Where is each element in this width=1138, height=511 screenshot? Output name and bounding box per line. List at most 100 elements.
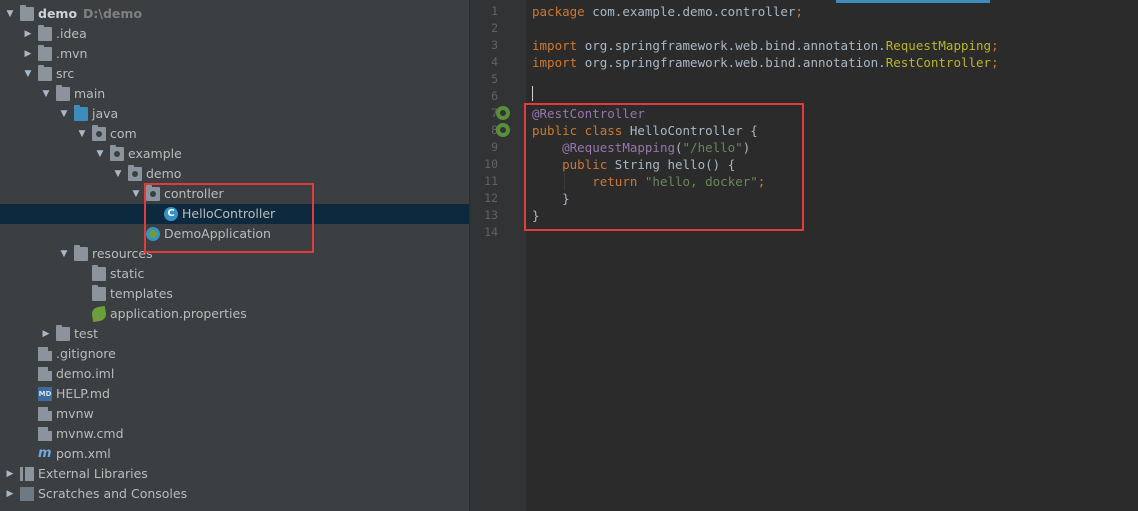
code-token: ; bbox=[991, 38, 999, 53]
tree-item-label: Scratches and Consoles bbox=[38, 486, 188, 501]
tree-item-label: External Libraries bbox=[38, 466, 148, 481]
code-token: import bbox=[532, 55, 585, 70]
tree-item-main[interactable]: ▼ main bbox=[0, 84, 469, 104]
tree-item-mvnw[interactable]: mvnw bbox=[0, 404, 469, 424]
code-token: import bbox=[532, 38, 585, 53]
code-line[interactable]: package com.example.demo.controller; bbox=[532, 3, 803, 20]
tree-item-static[interactable]: static bbox=[0, 264, 469, 284]
line-number: 6 bbox=[491, 89, 498, 103]
tree-item-src[interactable]: ▼ src bbox=[0, 64, 469, 84]
expand-arrow-right-icon[interactable]: ▶ bbox=[4, 464, 16, 484]
expand-arrow-right-icon[interactable]: ▶ bbox=[22, 24, 34, 44]
resources-folder-icon bbox=[74, 245, 88, 261]
expand-arrow-right-icon[interactable]: ▶ bbox=[4, 484, 16, 504]
expand-arrow-down-icon[interactable]: ▼ bbox=[112, 164, 124, 184]
folder-icon bbox=[56, 85, 70, 101]
scroll-position-indicator bbox=[836, 0, 990, 3]
code-token: ; bbox=[991, 55, 999, 70]
line-number: 12 bbox=[484, 191, 498, 205]
line-number: 7 bbox=[491, 106, 498, 120]
tree-item-label: java bbox=[92, 106, 119, 121]
line-number: 8 bbox=[491, 123, 498, 137]
tree-item-external-libraries[interactable]: ▶ External Libraries bbox=[0, 464, 469, 484]
package-icon bbox=[110, 145, 124, 161]
folder-icon bbox=[38, 65, 52, 81]
line-number: 3 bbox=[491, 38, 498, 52]
tree-highlight-box bbox=[144, 183, 314, 253]
tree-item-mvnw-cmd[interactable]: mvnw.cmd bbox=[0, 424, 469, 444]
project-path: D:\demo bbox=[83, 6, 143, 21]
folder-icon bbox=[92, 265, 106, 281]
tree-item-pom-xml[interactable]: m pom.xml bbox=[0, 444, 469, 464]
tree-item-label: demo bbox=[146, 166, 182, 181]
expand-arrow-right-icon[interactable]: ▶ bbox=[40, 324, 52, 344]
spring-bean-icon[interactable] bbox=[496, 106, 510, 120]
expand-arrow-down-icon[interactable]: ▼ bbox=[4, 4, 16, 24]
project-tree[interactable]: ▼ demo D:\demo ▶ .idea ▶ .mvn ▼ src ▼ main ▼ java ▼ co… bbox=[0, 0, 469, 511]
code-highlight-box bbox=[524, 103, 804, 231]
tree-item-demo[interactable]: ▼ demo bbox=[0, 164, 469, 184]
line-number: 14 bbox=[484, 225, 498, 239]
line-number: 9 bbox=[491, 140, 498, 154]
line-number: 13 bbox=[484, 208, 498, 222]
tree-item-label: .mvn bbox=[56, 46, 88, 61]
expand-arrow-down-icon[interactable]: ▼ bbox=[130, 184, 142, 204]
code-editor[interactable]: package com.example.demo.controller; impo… bbox=[526, 0, 1138, 511]
folder-icon bbox=[38, 25, 52, 41]
tree-item-demo[interactable]: ▼ demo D:\demo bbox=[0, 4, 469, 24]
tree-item-help-md[interactable]: MD HELP.md bbox=[0, 384, 469, 404]
ide-window: ▼ demo D:\demo ▶ .idea ▶ .mvn ▼ src ▼ main ▼ java ▼ co… bbox=[0, 0, 1138, 511]
code-token: RequestMapping bbox=[885, 38, 992, 53]
expand-arrow-down-icon[interactable]: ▼ bbox=[40, 84, 52, 104]
expand-arrow-down-icon[interactable]: ▼ bbox=[58, 244, 70, 264]
folder-icon bbox=[38, 45, 52, 61]
code-line[interactable]: import org.springframework.web.bind.anno… bbox=[532, 37, 999, 54]
tree-item-label: templates bbox=[110, 286, 173, 301]
code-line[interactable]: import org.springframework.web.bind.anno… bbox=[532, 54, 999, 71]
tree-item-gitignore[interactable]: .gitignore bbox=[0, 344, 469, 364]
tree-item-label: mvnw bbox=[56, 406, 94, 421]
tree-item-idea[interactable]: ▶ .idea bbox=[0, 24, 469, 44]
tree-item-com[interactable]: ▼ com bbox=[0, 124, 469, 144]
editor-gutter: 1 2 3 4 5 6 7 8 9 10 11 12 13 14 bbox=[469, 0, 527, 511]
expand-arrow-down-icon[interactable]: ▼ bbox=[94, 144, 106, 164]
tree-item-java[interactable]: ▼ java bbox=[0, 104, 469, 124]
tree-item-label: demo D:\demo bbox=[38, 6, 143, 21]
tree-item-label: test bbox=[74, 326, 99, 341]
tree-item-demo-iml[interactable]: demo.iml bbox=[0, 364, 469, 384]
line-number: 1 bbox=[491, 4, 498, 18]
tree-item-label: demo.iml bbox=[56, 366, 115, 381]
tree-item-label: static bbox=[110, 266, 145, 281]
code-token: package bbox=[532, 4, 593, 19]
tree-item-scratches-and-consoles[interactable]: ▶ Scratches and Consoles bbox=[0, 484, 469, 504]
libraries-icon bbox=[20, 467, 34, 481]
expand-arrow-down-icon[interactable]: ▼ bbox=[76, 124, 88, 144]
tree-item-label: com bbox=[110, 126, 137, 141]
folder-icon bbox=[20, 5, 34, 21]
file-icon bbox=[38, 407, 52, 421]
spring-properties-icon bbox=[90, 305, 108, 323]
expand-arrow-right-icon[interactable]: ▶ bbox=[22, 44, 34, 64]
markdown-icon: MD bbox=[38, 387, 52, 401]
tree-item-label: .gitignore bbox=[56, 346, 116, 361]
tree-item-label: HELP.md bbox=[56, 386, 110, 401]
tree-item-test[interactable]: ▶ test bbox=[0, 324, 469, 344]
tree-item-templates[interactable]: templates bbox=[0, 284, 469, 304]
source-folder-icon bbox=[74, 105, 88, 121]
gitignore-icon bbox=[38, 347, 52, 361]
tree-item-example[interactable]: ▼ example bbox=[0, 144, 469, 164]
tree-item-application-properties[interactable]: application.properties bbox=[0, 304, 469, 324]
expand-arrow-down-icon[interactable]: ▼ bbox=[58, 104, 70, 124]
spring-bean-run-icon[interactable] bbox=[496, 123, 510, 137]
tree-item-mvn[interactable]: ▶ .mvn bbox=[0, 44, 469, 64]
code-token: com.example.demo.controller bbox=[592, 4, 796, 19]
expand-arrow-down-icon[interactable]: ▼ bbox=[22, 64, 34, 84]
file-icon bbox=[38, 427, 52, 441]
tree-item-label: application.properties bbox=[110, 306, 247, 321]
folder-icon bbox=[92, 285, 106, 301]
line-number: 5 bbox=[491, 72, 498, 86]
code-token: RestController bbox=[885, 55, 992, 70]
line-number: 2 bbox=[491, 21, 498, 35]
iml-file-icon bbox=[38, 367, 52, 381]
tree-item-label: main bbox=[74, 86, 106, 101]
